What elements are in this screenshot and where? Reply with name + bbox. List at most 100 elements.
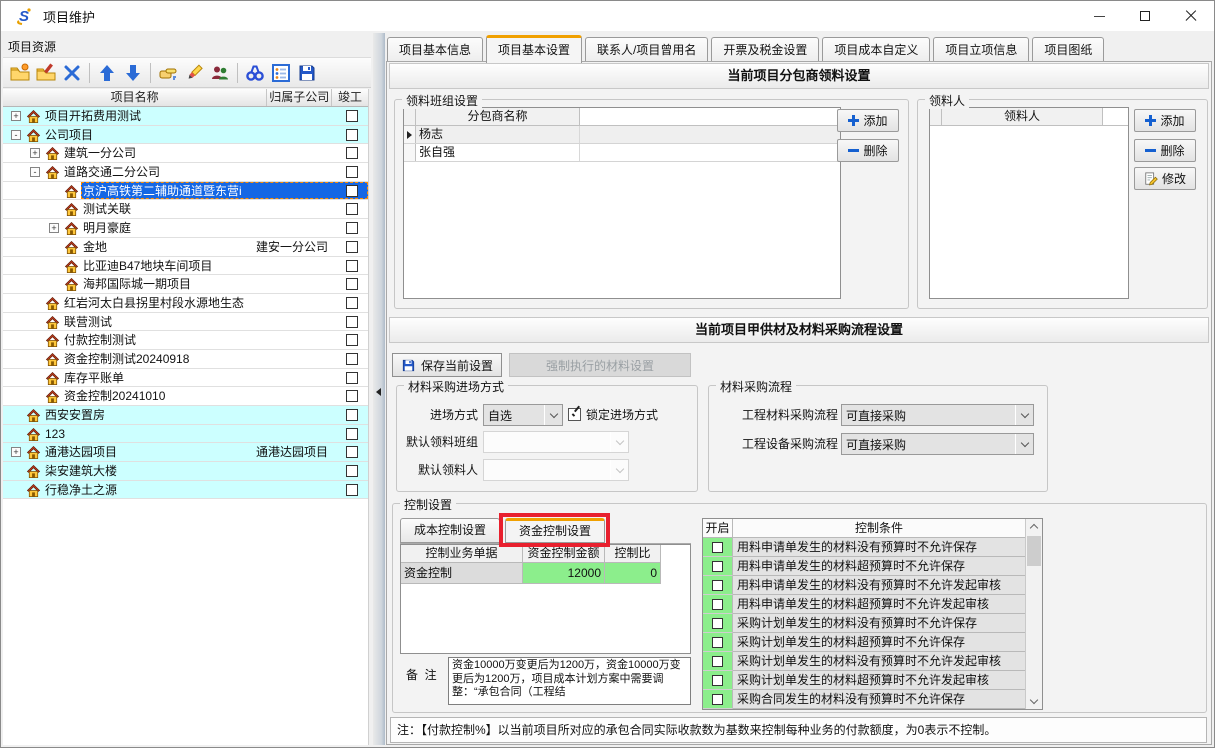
completed-checkbox[interactable] xyxy=(346,353,358,365)
project-name[interactable]: 京沪高铁第二辅助通道暨东营i xyxy=(83,182,242,201)
condition-enable-cell[interactable] xyxy=(703,557,733,576)
project-name[interactable]: 通港达园项目 xyxy=(45,443,117,462)
tree-row[interactable]: -道路交通二分公司 xyxy=(3,163,368,182)
completed-checkbox[interactable] xyxy=(346,241,358,253)
project-name[interactable]: 123 xyxy=(45,425,65,444)
tab-项目基本信息[interactable]: 项目基本信息 xyxy=(387,37,483,62)
completed-checkbox[interactable] xyxy=(346,446,358,458)
expand-icon[interactable]: + xyxy=(11,111,21,121)
condition-row[interactable]: 采购合同发生的材料没有预算时不允许保存 xyxy=(703,690,1025,709)
condition-checkbox[interactable] xyxy=(712,675,723,686)
project-name[interactable]: 红岩河太白县拐里村段水源地生态 xyxy=(64,294,244,313)
project-name[interactable]: 付款控制测试 xyxy=(64,331,136,350)
tab-联系人/项目曾用名[interactable]: 联系人/项目曾用名 xyxy=(585,37,708,62)
collapse-left-icon[interactable] xyxy=(376,388,381,396)
material-flow-combo[interactable]: 可直接采购 xyxy=(841,404,1034,426)
control-amount-cell[interactable]: 12000 xyxy=(523,563,605,584)
completed-checkbox[interactable] xyxy=(346,278,358,290)
completed-checkbox[interactable] xyxy=(346,297,358,309)
view-settings-icon[interactable] xyxy=(269,61,293,85)
tree-row[interactable]: 红岩河太白县拐里村段水源地生态 xyxy=(3,294,368,313)
condition-enable-cell[interactable] xyxy=(703,595,733,614)
completed-checkbox[interactable] xyxy=(346,147,358,159)
completed-checkbox[interactable] xyxy=(346,203,358,215)
scroll-thumb[interactable] xyxy=(1027,536,1041,566)
condition-checkbox[interactable] xyxy=(712,599,723,610)
picker-delete-button[interactable]: 删除 xyxy=(1134,139,1196,162)
tree-row[interactable]: 付款控制测试 xyxy=(3,331,368,350)
tab-项目成本自定义[interactable]: 项目成本自定义 xyxy=(822,37,930,62)
condition-enable-cell[interactable] xyxy=(703,614,733,633)
completed-checkbox[interactable] xyxy=(346,110,358,122)
expand-icon[interactable]: + xyxy=(30,148,40,158)
project-name[interactable]: 西安安置房 xyxy=(45,406,105,425)
condition-row[interactable]: 用料申请单发生的材料超预算时不允许保存 xyxy=(703,557,1025,576)
chevron-down-icon[interactable] xyxy=(1015,434,1033,454)
completed-checkbox[interactable] xyxy=(346,372,358,384)
control-table-row[interactable]: 资金控制120000 xyxy=(401,563,690,584)
chevron-down-icon[interactable] xyxy=(544,405,562,425)
tree-row[interactable]: + 建筑一分公司 xyxy=(3,144,368,163)
panel-splitter[interactable] xyxy=(373,33,385,745)
project-name[interactable]: 资金控制20241010 xyxy=(64,387,165,406)
tree-row[interactable]: +明月豪庭 xyxy=(3,219,368,238)
condition-checkbox[interactable] xyxy=(712,618,723,629)
project-name[interactable]: 比亚迪B47地块车间项目 xyxy=(83,257,212,276)
subcontractor-row[interactable]: 杨志 xyxy=(404,126,840,144)
new-project-icon[interactable] xyxy=(8,61,32,85)
condition-enable-cell[interactable] xyxy=(703,538,733,557)
tree-row[interactable]: +通港达园项目通港达园项目 xyxy=(3,443,368,462)
condition-enable-cell[interactable] xyxy=(703,690,733,709)
tree-row[interactable]: 行稳净土之源 xyxy=(3,481,368,500)
condition-row[interactable]: 用料申请单发生的材料超预算时不允许发起审核 xyxy=(703,595,1025,614)
team-delete-button[interactable]: 删除 xyxy=(837,139,899,162)
picker-modify-button[interactable]: 修改 xyxy=(1134,167,1196,190)
tree-row[interactable]: +项目开拓费用测试 xyxy=(3,107,368,126)
assign-icon[interactable] xyxy=(156,61,180,85)
tree-row[interactable]: 测试关联 xyxy=(3,200,368,219)
tree-row[interactable]: 柒安建筑大楼 xyxy=(3,462,368,481)
tab-项目图纸[interactable]: 项目图纸 xyxy=(1032,37,1104,62)
tree-row[interactable]: 海邦国际城一期项目 xyxy=(3,275,368,294)
completed-checkbox[interactable] xyxy=(346,129,358,141)
project-name[interactable]: 海邦国际城一期项目 xyxy=(83,275,191,294)
condition-checkbox[interactable] xyxy=(712,656,723,667)
minimize-button[interactable] xyxy=(1076,1,1122,31)
lock-entry-mode-checkbox[interactable] xyxy=(568,408,581,421)
subcontractor-row[interactable]: 张自强 xyxy=(404,144,840,162)
chevron-down-icon[interactable] xyxy=(610,460,628,480)
project-name[interactable]: 建筑一分公司 xyxy=(64,144,136,163)
condition-row[interactable]: 用料申请单发生的材料没有预算时不允许发起审核 xyxy=(703,576,1025,595)
completed-checkbox[interactable] xyxy=(346,260,358,272)
control-ratio-cell[interactable]: 0 xyxy=(605,563,661,584)
team-add-button[interactable]: 添加 xyxy=(837,109,899,132)
tree-row[interactable]: 联营测试 xyxy=(3,313,368,332)
condition-row[interactable]: 采购计划单发生的材料没有预算时不允许保存 xyxy=(703,614,1025,633)
equipment-flow-combo[interactable]: 可直接采购 xyxy=(841,433,1034,455)
tree-row[interactable]: 123 xyxy=(3,425,368,444)
collapse-icon[interactable]: - xyxy=(11,130,21,140)
tree-row[interactable]: 资金控制测试20240918 xyxy=(3,350,368,369)
completed-checkbox[interactable] xyxy=(346,316,358,328)
condition-row[interactable]: 用料申请单发生的材料没有预算时不允许保存 xyxy=(703,538,1025,557)
project-name[interactable]: 资金控制测试20240918 xyxy=(64,350,189,369)
close-button[interactable] xyxy=(1168,1,1214,31)
completed-checkbox[interactable] xyxy=(346,465,358,477)
tree-row[interactable]: 金地建安一分公司 xyxy=(3,238,368,257)
expand-icon[interactable]: + xyxy=(49,223,59,233)
tree-row[interactable]: 京沪高铁第二辅助通道暨东营i xyxy=(3,182,368,201)
scroll-up-icon[interactable] xyxy=(1026,519,1042,535)
tree-row[interactable]: -公司项目 xyxy=(3,126,368,145)
completed-checkbox[interactable] xyxy=(346,334,358,346)
expand-icon[interactable]: + xyxy=(11,447,21,457)
project-name[interactable]: 库存平账单 xyxy=(64,369,124,388)
maximize-button[interactable] xyxy=(1122,1,1168,31)
condition-checkbox[interactable] xyxy=(712,580,723,591)
condition-row[interactable]: 采购计划单发生的材料超预算时不允许发起审核 xyxy=(703,671,1025,690)
tree-row[interactable]: 比亚迪B47地块车间项目 xyxy=(3,257,368,276)
completed-checkbox[interactable] xyxy=(346,166,358,178)
project-name[interactable]: 行稳净土之源 xyxy=(45,481,117,500)
condition-row[interactable]: 采购计划单发生的材料没有预算时不允许发起审核 xyxy=(703,652,1025,671)
collapse-icon[interactable]: - xyxy=(30,167,40,177)
picker-add-button[interactable]: 添加 xyxy=(1134,109,1196,132)
